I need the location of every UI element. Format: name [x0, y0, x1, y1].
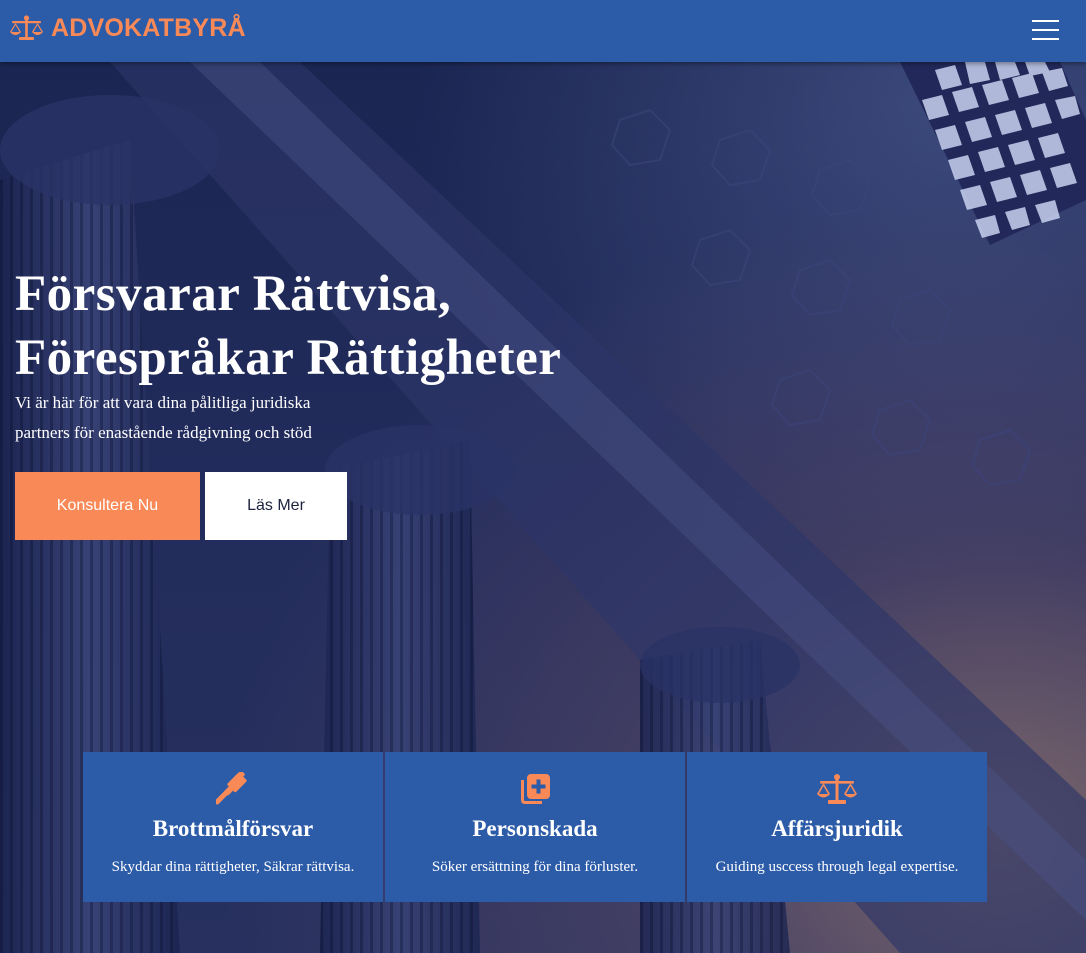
service-title: Affärsjuridik — [771, 816, 903, 841]
hero-title-line1: Försvarar Rättvisa, — [15, 266, 452, 322]
scale-balance-icon — [817, 772, 857, 806]
brand-logo-link[interactable]: ADVOKATBYRÅ — [10, 12, 246, 44]
hero-title-line2: Förespråkar Rättigheter — [15, 330, 562, 386]
service-card-criminal-defense[interactable]: Brottmålförsvar Skyddar dina rättigheter… — [83, 752, 383, 902]
gavel-icon — [214, 770, 250, 806]
service-description: Skyddar dina rättigheter, Säkrar rättvis… — [111, 859, 355, 875]
service-title: Personskada — [472, 816, 598, 841]
services-section: Brottmålförsvar Skyddar dina rättigheter… — [83, 752, 987, 902]
scale-balance-icon — [10, 14, 43, 42]
hamburger-menu-icon[interactable] — [1026, 16, 1066, 44]
service-description: Söker ersättning för dina förluster. — [431, 859, 639, 875]
hero-title: Försvarar Rättvisa, Förespråkar Rättighe… — [15, 262, 715, 390]
brand-name: ADVOKATBYRÅ — [51, 13, 246, 42]
medical-copy-icon — [518, 772, 552, 806]
consult-now-button[interactable]: Konsultera Nu — [15, 472, 200, 540]
service-title: Brottmålförsvar — [152, 816, 314, 841]
service-card-personal-injury[interactable]: Personskada Söker ersättning för dina fö… — [385, 752, 685, 902]
service-card-business-law[interactable]: Affärsjuridik Guiding usccess through le… — [687, 752, 987, 902]
service-description: Guiding usccess through legal expertise. — [715, 859, 959, 875]
hero-subtitle: Vi är här för att vara dina pålitliga ju… — [15, 393, 312, 442]
read-more-button[interactable]: Läs Mer — [205, 472, 347, 540]
navbar: ADVOKATBYRÅ — [0, 0, 1086, 62]
